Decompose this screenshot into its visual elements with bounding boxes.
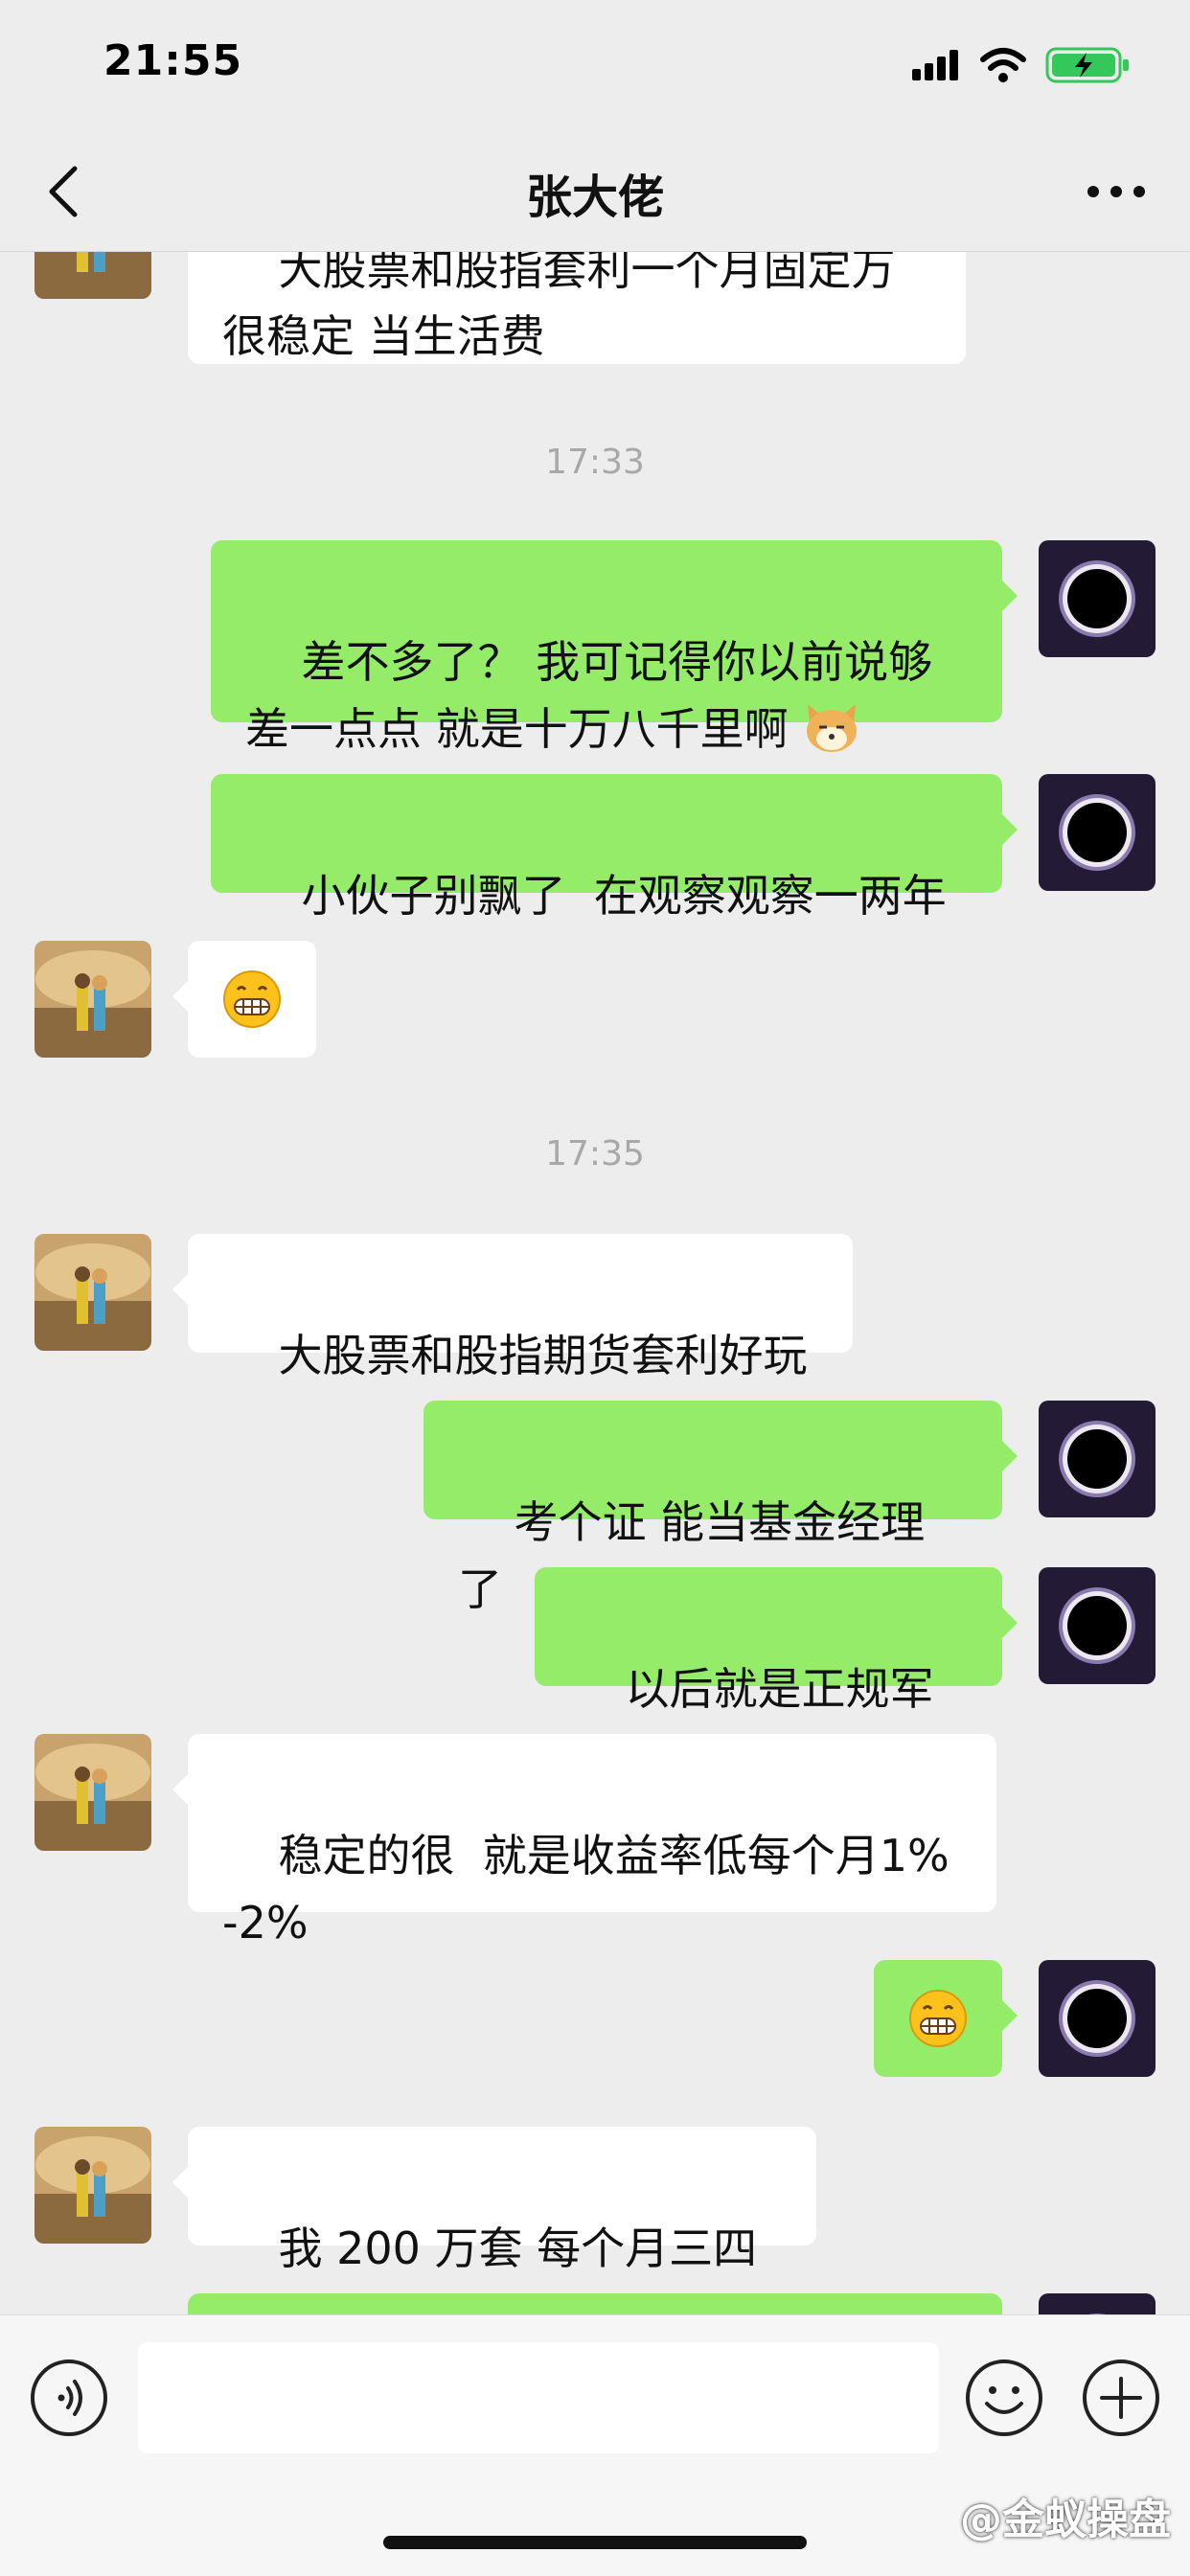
avatar-photo bbox=[34, 941, 151, 1058]
battery-charging-icon bbox=[1045, 47, 1129, 83]
cellular-signal-icon bbox=[912, 50, 958, 80]
wifi-icon bbox=[980, 48, 1026, 82]
black-hole-avatar-image bbox=[1039, 774, 1156, 891]
voice-icon[interactable] bbox=[29, 2358, 109, 2438]
avatar-photo bbox=[34, 1234, 151, 1351]
message-timestamp: 17:33 bbox=[545, 443, 645, 482]
my-avatar[interactable] bbox=[1039, 540, 1156, 657]
message-input[interactable] bbox=[138, 2342, 939, 2453]
message-text: 大股票和股指套利一个月固定万 很稳定 当生活费 bbox=[222, 251, 896, 362]
contact-avatar[interactable] bbox=[34, 251, 151, 299]
nav-bar: 张大佬 bbox=[0, 134, 1190, 252]
avatar-photo bbox=[34, 2127, 151, 2244]
emoji-icon[interactable] bbox=[964, 2358, 1044, 2438]
grin-emoji-icon bbox=[223, 970, 281, 1028]
status-bar: 21:55 bbox=[0, 0, 1190, 134]
plus-icon[interactable] bbox=[1081, 2358, 1161, 2438]
my-avatar[interactable] bbox=[1039, 2293, 1156, 2314]
my-avatar[interactable] bbox=[1039, 1567, 1156, 1684]
shiba-doge-emoji-icon bbox=[807, 703, 858, 752]
message-bubble-incoming[interactable]: 大股票和股指期货套利好玩 bbox=[172, 1234, 853, 1381]
message-timestamp: 17:35 bbox=[545, 1134, 645, 1174]
message-bubble-incoming[interactable]: 稳定的很 就是收益率低每个月1% -2% bbox=[172, 1734, 996, 1949]
black-hole-avatar-image bbox=[1039, 1960, 1156, 2077]
contact-avatar[interactable] bbox=[34, 1234, 151, 1351]
watermark: @金蚁操盘 bbox=[960, 2496, 1171, 2544]
contact-avatar[interactable] bbox=[34, 941, 151, 1058]
my-avatar[interactable] bbox=[1039, 1960, 1156, 2077]
message-bubble-outgoing[interactable]: 差不多了？ 我可记得你以前说够 差一点点 就是十万八千里啊 bbox=[211, 540, 1018, 755]
avatar-photo bbox=[34, 1734, 151, 1851]
message-text: 稳定的很 就是收益率低每个月1% -2% bbox=[222, 1830, 950, 1949]
chat-title: 张大佬 bbox=[525, 171, 664, 224]
home-indicator[interactable] bbox=[383, 2536, 807, 2549]
chat-message-list[interactable]: 大股票和股指套利一个月固定万 很稳定 当生活费 17:33 差不多了？ 我可记得… bbox=[0, 251, 1190, 2314]
message-bubble-outgoing-partial[interactable] bbox=[188, 2293, 1002, 2314]
message-bubble-outgoing[interactable]: 考个证 能当基金经理了 bbox=[423, 1401, 1018, 1615]
message-bubble-incoming[interactable]: 大股票和股指套利一个月固定万 很稳定 当生活费 bbox=[188, 251, 966, 364]
my-avatar[interactable] bbox=[1039, 774, 1156, 891]
black-hole-avatar-image bbox=[1039, 1401, 1156, 1517]
my-avatar[interactable] bbox=[1039, 1401, 1156, 1517]
message-bubble-outgoing[interactable]: 以后就是正规军了 bbox=[535, 1567, 1018, 1782]
message-text: 小伙子别飘了 在观察观察一两年 bbox=[301, 870, 947, 922]
message-bubble-incoming[interactable]: 我 200 万套 每个月三四万 bbox=[172, 2127, 816, 2314]
black-hole-avatar-image bbox=[1039, 540, 1156, 657]
contact-avatar[interactable] bbox=[34, 2127, 151, 2244]
black-hole-avatar-image bbox=[1039, 1567, 1156, 1684]
message-bubble-outgoing[interactable]: 小伙子别飘了 在观察观察一两年 bbox=[211, 774, 1018, 922]
message-bubble-outgoing[interactable] bbox=[874, 1960, 1018, 2077]
message-text: 大股票和股指期货套利好玩 bbox=[278, 1330, 808, 1381]
more-dots-icon[interactable] bbox=[1085, 172, 1148, 211]
grin-emoji-icon bbox=[909, 1990, 967, 2047]
contact-avatar[interactable] bbox=[34, 1734, 151, 1851]
status-time: 21:55 bbox=[103, 36, 243, 85]
status-icons bbox=[912, 47, 1129, 83]
message-bubble-incoming[interactable] bbox=[172, 941, 316, 1058]
avatar-photo bbox=[34, 251, 151, 299]
black-hole-avatar-image bbox=[1039, 2293, 1156, 2314]
